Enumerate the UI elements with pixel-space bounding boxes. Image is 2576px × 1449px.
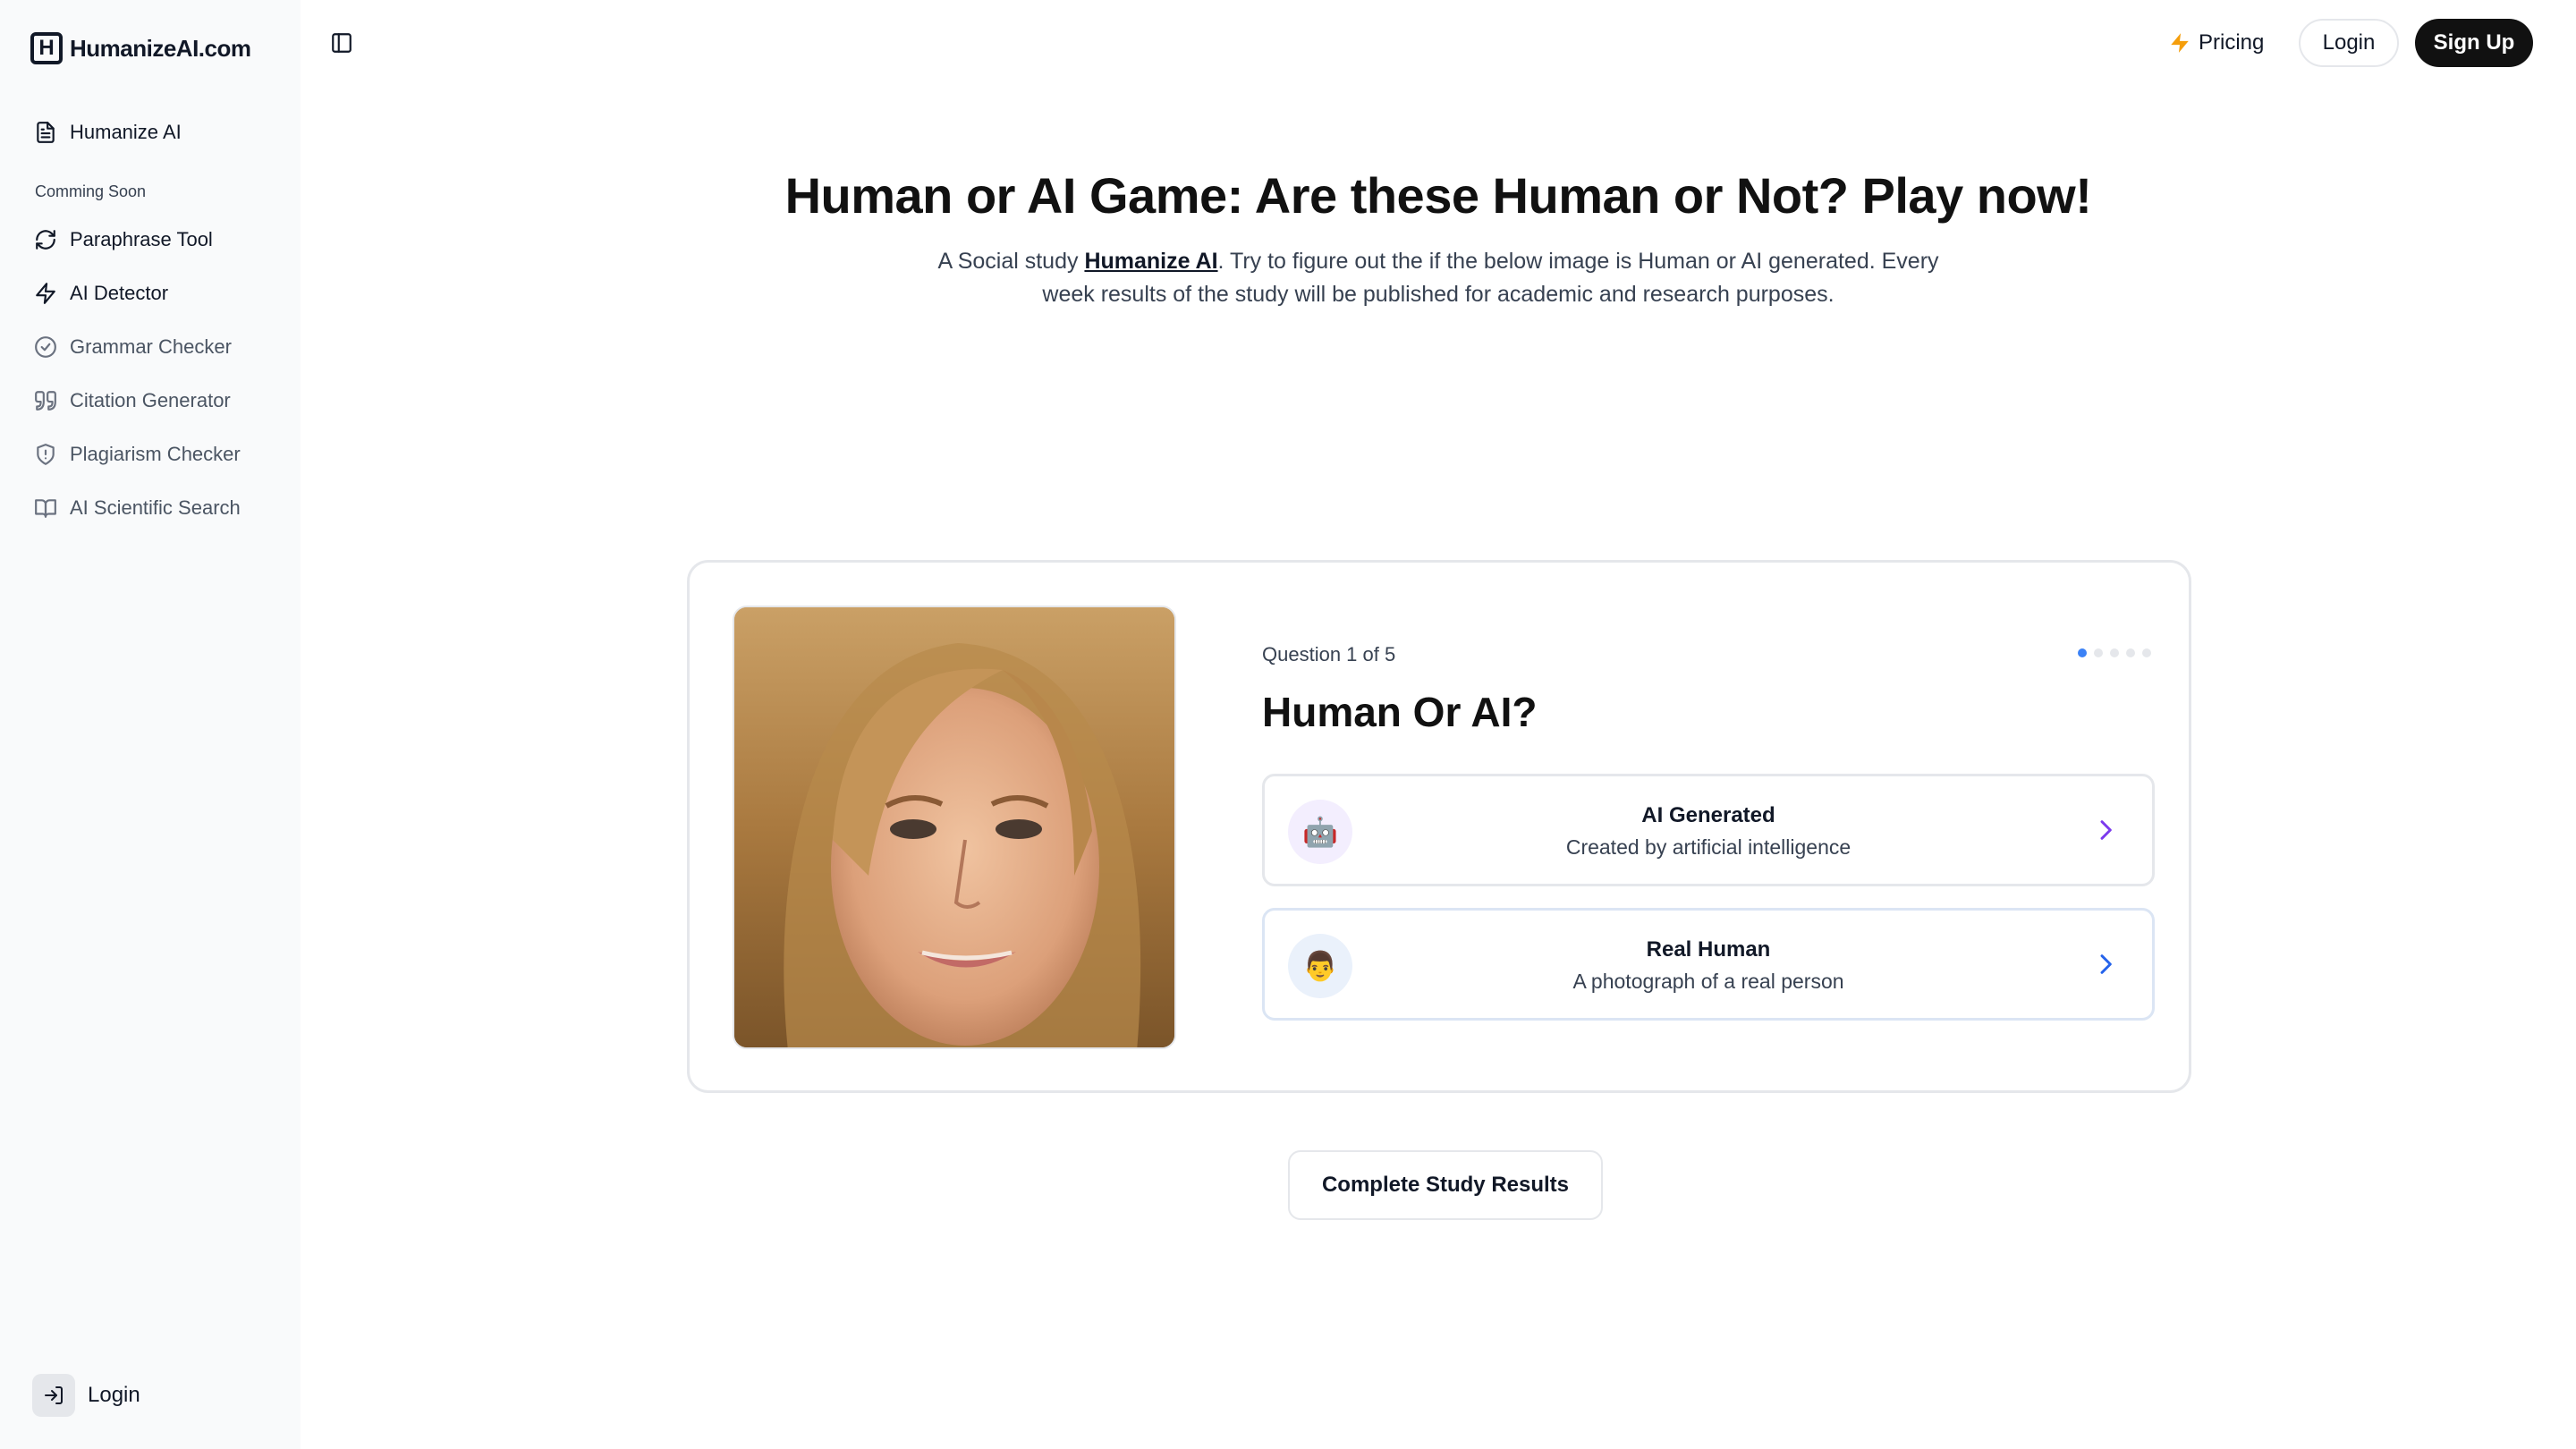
- sidebar-item-label: AI Detector: [70, 282, 169, 304]
- option-description: Created by artificial intelligence: [1565, 835, 1852, 859]
- pricing-label: Pricing: [2199, 30, 2265, 55]
- progress-dot-5: [2142, 648, 2151, 657]
- document-icon: [37, 122, 55, 143]
- face-photo-illustration: [734, 607, 1174, 1047]
- progress-dot-4: [2126, 648, 2135, 657]
- progress-dot-1: [2078, 648, 2087, 657]
- page-title: Human or AI Game: Are these Human or Not…: [784, 167, 2092, 224]
- sidebar-item-label: Plagiarism Checker: [70, 443, 241, 465]
- sidebar-item-label: Citation Generator: [70, 389, 231, 411]
- quiz-card: Question 1 of 5 Human Or AI? 🤖 AI Genera…: [687, 560, 2191, 1093]
- sidebar-item-paraphrase-tool[interactable]: Paraphrase Tool: [34, 222, 213, 258]
- sidebar-login-label: Login: [88, 1383, 140, 1407]
- humanize-ai-link[interactable]: Humanize AI: [1084, 249, 1217, 274]
- brand-logo-link[interactable]: H HumanizeAI.com: [30, 32, 251, 64]
- sidebar-item-label: Humanize AI: [70, 121, 182, 143]
- progress-dot-2: [2094, 648, 2103, 657]
- lightning-icon: [2171, 33, 2189, 53]
- check-circle-icon: [35, 336, 56, 358]
- refresh-icon: [36, 230, 55, 250]
- sidebar-item-label: AI Scientific Search: [70, 496, 241, 519]
- option-description: A photograph of a real person: [1572, 970, 1844, 993]
- page-subtitle: A Social study Humanize AI. Try to figur…: [921, 245, 1955, 311]
- option-title: AI Generated: [1641, 803, 1775, 827]
- progress-dots: [2078, 648, 2151, 657]
- login-button[interactable]: Login: [2299, 19, 2399, 67]
- progress-dot-3: [2110, 648, 2119, 657]
- shield-icon: [37, 444, 55, 465]
- chevron-right-icon: [2100, 820, 2112, 840]
- question-photo: [733, 606, 1176, 1049]
- quote-icon: [35, 391, 56, 411]
- sidebar-item-plagiarism-checker[interactable]: Plagiarism Checker: [34, 436, 241, 472]
- pricing-link[interactable]: Pricing: [2168, 25, 2264, 61]
- sidebar-item-ai-detector[interactable]: AI Detector: [34, 275, 168, 311]
- sidebar-panel-icon: [332, 33, 352, 53]
- sidebar-login-button[interactable]: Login: [32, 1374, 140, 1417]
- sidebar-item-grammar-checker[interactable]: Grammar Checker: [34, 329, 232, 365]
- brand-name: HumanizeAI.com: [70, 34, 251, 62]
- sidebar-item-label: Grammar Checker: [70, 335, 232, 358]
- option-title: Real Human: [1646, 937, 1771, 962]
- complete-study-results-button[interactable]: Complete Study Results: [1288, 1150, 1603, 1220]
- question-counter: Question 1 of 5: [1262, 643, 1396, 665]
- book-icon: [35, 499, 56, 518]
- sidebar-item-ai-scientific-search[interactable]: AI Scientific Search: [34, 490, 241, 526]
- brand-logo-icon: H: [30, 32, 63, 64]
- chevron-right-icon: [2100, 954, 2112, 974]
- sidebar-item-label: Paraphrase Tool: [70, 228, 213, 250]
- sidebar-item-citation-generator[interactable]: Citation Generator: [34, 383, 231, 419]
- login-icon: [32, 1374, 75, 1417]
- sidebar: H HumanizeAI.com Humanize AI Comming Soo…: [0, 0, 301, 1449]
- toggle-sidebar-button[interactable]: [327, 29, 356, 57]
- lightning-icon: [36, 283, 55, 304]
- signup-button[interactable]: Sign Up: [2415, 19, 2533, 67]
- question-title: Human Or AI?: [1262, 689, 1538, 735]
- sidebar-item-humanize-ai[interactable]: Humanize AI: [34, 114, 182, 150]
- subtitle-prefix: A Social study: [937, 249, 1085, 274]
- ai-generated-option[interactable]: 🤖 AI Generated Created by artificial int…: [1262, 774, 2155, 886]
- real-human-option[interactable]: 👨 Real Human A photograph of a real pers…: [1262, 908, 2155, 1021]
- section-label-coming-soon: Comming Soon: [35, 182, 147, 200]
